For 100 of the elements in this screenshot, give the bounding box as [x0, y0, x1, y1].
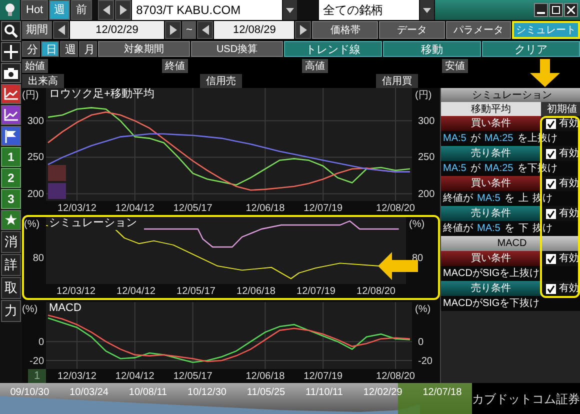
- enable-checkbox[interactable]: 有効: [542, 146, 580, 161]
- condition-text: が: [470, 162, 480, 176]
- check-icon: [547, 284, 555, 292]
- condition-text: を: [504, 222, 514, 236]
- symbol-field[interactable]: 8703/T KABU.COM: [132, 0, 282, 20]
- tab[interactable]: パラメータ: [446, 21, 512, 39]
- previous-button[interactable]: [98, 0, 114, 20]
- toggle-button[interactable]: Hot: [21, 0, 48, 20]
- toggle-button[interactable]: 月: [79, 41, 97, 57]
- timeline-label: 10/03/24: [70, 386, 108, 400]
- axis-label: 250: [27, 151, 44, 166]
- command-button[interactable]: 力: [1, 300, 21, 322]
- previous-button[interactable]: [53, 21, 69, 39]
- axis-label: 12/06/18: [246, 370, 285, 384]
- option-button[interactable]: 対象期間: [98, 41, 190, 57]
- chart-button[interactable]: [1, 105, 21, 125]
- toggle-button[interactable]: 分: [22, 41, 40, 57]
- next-button[interactable]: [115, 0, 132, 20]
- date-field[interactable]: 12/02/29: [70, 21, 164, 39]
- condition-text: 終値が: [443, 222, 473, 236]
- tool-button[interactable]: トレンド線: [284, 41, 382, 57]
- favorite-button[interactable]: [1, 210, 21, 230]
- close-button[interactable]: [564, 3, 578, 17]
- flag-button[interactable]: [1, 126, 21, 146]
- condition-header: 売り条件: [441, 281, 541, 296]
- logo-text: カブドットコム証券: [472, 390, 580, 408]
- tab[interactable]: データ: [379, 21, 445, 39]
- enable-checkbox[interactable]: 有効: [542, 206, 580, 221]
- chart-button[interactable]: [1, 84, 21, 104]
- maximize-icon: [552, 6, 560, 14]
- checkbox[interactable]: [546, 254, 556, 264]
- tab[interactable]: 移動平均: [441, 102, 541, 116]
- condition-text: 上: [518, 192, 528, 206]
- preset-button[interactable]: 1: [1, 147, 21, 167]
- checkbox[interactable]: [546, 284, 556, 294]
- minimize-button[interactable]: [534, 3, 548, 17]
- dropdown-button[interactable]: [283, 0, 298, 20]
- section-header: MACD: [441, 236, 580, 251]
- tab[interactable]: 初期値: [541, 102, 580, 116]
- axis-label: 12/06/18: [236, 285, 276, 298]
- unit-label: (%): [409, 218, 425, 232]
- command-button[interactable]: 詳: [1, 254, 21, 276]
- checkbox[interactable]: [546, 178, 556, 188]
- axis-label: 0: [418, 336, 424, 350]
- axis-label: 12/08/20: [356, 285, 396, 298]
- next-button[interactable]: [165, 21, 181, 39]
- option-button[interactable]: USD換算: [191, 41, 283, 57]
- condition-text: MACDがSIGを上抜け: [443, 266, 540, 281]
- dropdown-button[interactable]: [420, 0, 434, 20]
- axis-label: 12/03/12: [56, 285, 96, 298]
- condition-header: 買い条件: [441, 251, 541, 266]
- checkbox[interactable]: [546, 208, 556, 218]
- unit-label: (%): [22, 303, 38, 317]
- maximize-button[interactable]: [549, 3, 563, 17]
- tab[interactable]: 価格帯: [312, 21, 378, 39]
- preset-button[interactable]: 3: [1, 189, 21, 209]
- condition-header: 売り条件: [441, 146, 541, 161]
- check-icon: [547, 150, 555, 158]
- flag-icon: [5, 130, 17, 142]
- list-field[interactable]: 全ての銘柄: [319, 0, 419, 20]
- date-field[interactable]: 12/08/29: [214, 21, 294, 39]
- checkbox[interactable]: [546, 148, 556, 158]
- axis-label: 12/04/12: [115, 370, 154, 384]
- timeline-label: 11/10/11: [306, 386, 343, 400]
- toggle-button[interactable]: 前: [71, 0, 92, 20]
- command-button[interactable]: 消: [1, 231, 21, 253]
- axis-label: 12/07/19: [304, 202, 343, 216]
- chart-title: ロウソク足+移動平均: [48, 88, 156, 101]
- axis-label: 300: [418, 114, 435, 129]
- add-button[interactable]: [1, 42, 21, 62]
- search-button[interactable]: [1, 21, 21, 41]
- condition-text: MA:5: [477, 222, 500, 236]
- tool-button[interactable]: 移動: [383, 41, 481, 57]
- field-label: 信用買: [376, 74, 418, 88]
- enable-checkbox[interactable]: 有効: [542, 251, 580, 266]
- plus-icon: [4, 45, 18, 59]
- caret-icon: [286, 8, 294, 12]
- field-label: 高値: [302, 59, 328, 73]
- line-chart-icon: [4, 109, 18, 121]
- checkbox[interactable]: [546, 118, 556, 128]
- condition-text: 終値が: [443, 192, 473, 206]
- next-button[interactable]: [295, 21, 312, 39]
- left-triangle-icon: [102, 5, 110, 15]
- tool-button[interactable]: クリア: [482, 41, 580, 57]
- camera-button[interactable]: [1, 63, 21, 83]
- enable-checkbox[interactable]: 有効: [542, 281, 580, 296]
- enable-checkbox[interactable]: 有効: [542, 176, 580, 191]
- axis-label: -20: [418, 354, 432, 368]
- preset-button[interactable]: 2: [1, 168, 21, 188]
- previous-button[interactable]: [197, 21, 214, 39]
- timeline-label: 09/10/30: [10, 386, 50, 400]
- condition-header: 買い条件: [441, 176, 541, 191]
- condition-text: MA:5: [477, 192, 500, 206]
- condition-header: 売り条件: [441, 206, 541, 221]
- command-button[interactable]: 取: [1, 277, 21, 299]
- toggle-button[interactable]: 週: [60, 41, 78, 57]
- line-chart-icon: [4, 88, 18, 100]
- axis-label: 12/06/18: [246, 202, 285, 216]
- preset-button[interactable]: 1: [28, 369, 46, 383]
- unit-label: (円): [415, 89, 432, 103]
